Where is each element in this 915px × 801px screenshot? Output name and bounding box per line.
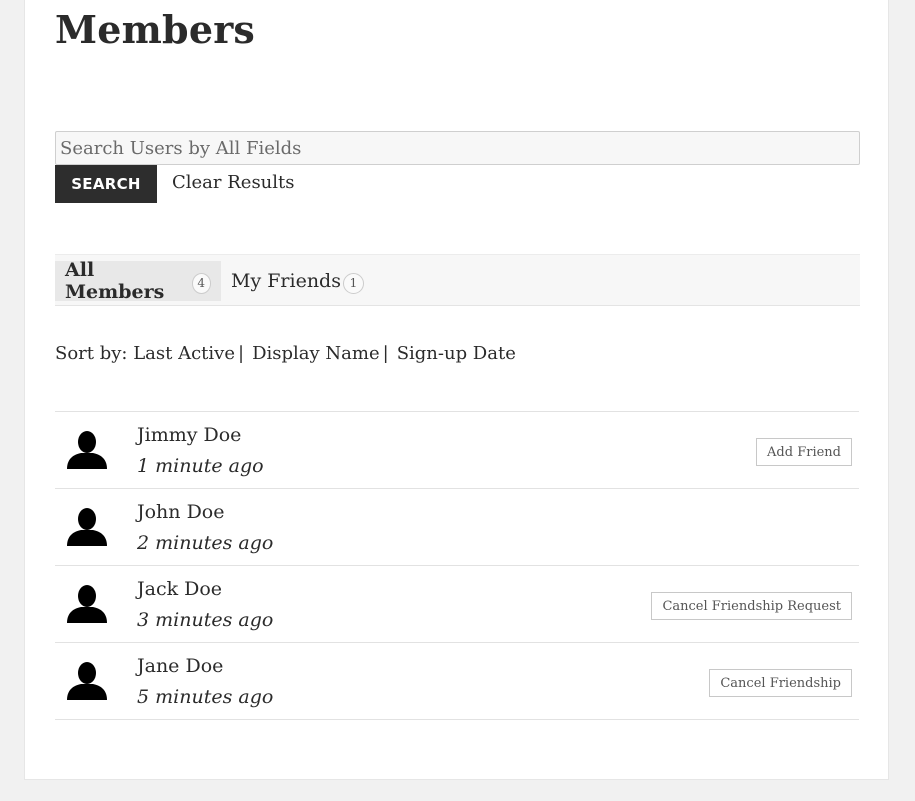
member-name-link[interactable]: John Doe: [137, 499, 225, 525]
sort-options: Sort by: Last Active | Display Name | Sign-u…: [55, 342, 516, 366]
tab-all-members[interactable]: All Members 4: [55, 259, 221, 303]
member-last-active: 3 minutes ago: [137, 609, 274, 631]
user-silhouette-icon[interactable]: [66, 431, 108, 471]
page-title: Members: [55, 7, 256, 52]
sort-label: Sort by:: [55, 343, 128, 364]
member-name-link[interactable]: Jimmy Doe: [137, 422, 241, 448]
search-button[interactable]: SEARCH: [55, 165, 157, 203]
cancel-friendship-button[interactable]: Cancel Friendship: [709, 669, 852, 697]
member-row: Jack Doe 3 minutes ago Cancel Friendship…: [55, 566, 859, 643]
count-badge: 4: [191, 272, 211, 294]
add-friend-button[interactable]: Add Friend: [756, 438, 852, 466]
member-last-active: 2 minutes ago: [137, 532, 274, 554]
clear-results-link[interactable]: Clear Results: [172, 172, 295, 194]
tab-label: All Members: [65, 259, 165, 303]
sort-signup-date-link[interactable]: Sign-up Date: [397, 343, 516, 364]
member-list: Jimmy Doe 1 minute ago Add Friend John D…: [55, 411, 859, 720]
tab-my-friends[interactable]: My Friends 1: [221, 261, 374, 301]
member-last-active: 1 minute ago: [137, 455, 264, 477]
tab-label: My Friends: [231, 270, 341, 292]
cancel-friendship-request-button[interactable]: Cancel Friendship Request: [651, 592, 852, 620]
member-name-link[interactable]: Jack Doe: [137, 576, 222, 602]
user-silhouette-icon[interactable]: [66, 508, 108, 548]
sort-last-active-link[interactable]: Last Active: [133, 343, 235, 364]
member-tabs: All Members 4 My Friends 1: [55, 254, 860, 306]
member-last-active: 5 minutes ago: [137, 686, 274, 708]
member-row: John Doe 2 minutes ago: [55, 489, 859, 566]
user-silhouette-icon[interactable]: [66, 585, 108, 625]
member-name-link[interactable]: Jane Doe: [137, 653, 223, 679]
sort-separator: |: [238, 343, 245, 364]
sort-display-name-link[interactable]: Display Name: [252, 343, 380, 364]
member-row: Jimmy Doe 1 minute ago Add Friend: [55, 412, 859, 489]
member-row: Jane Doe 5 minutes ago Cancel Friendship: [55, 643, 859, 720]
user-silhouette-icon[interactable]: [66, 662, 108, 702]
search-input[interactable]: [55, 131, 860, 165]
sort-separator: |: [382, 343, 389, 364]
count-badge: 1: [342, 272, 364, 294]
